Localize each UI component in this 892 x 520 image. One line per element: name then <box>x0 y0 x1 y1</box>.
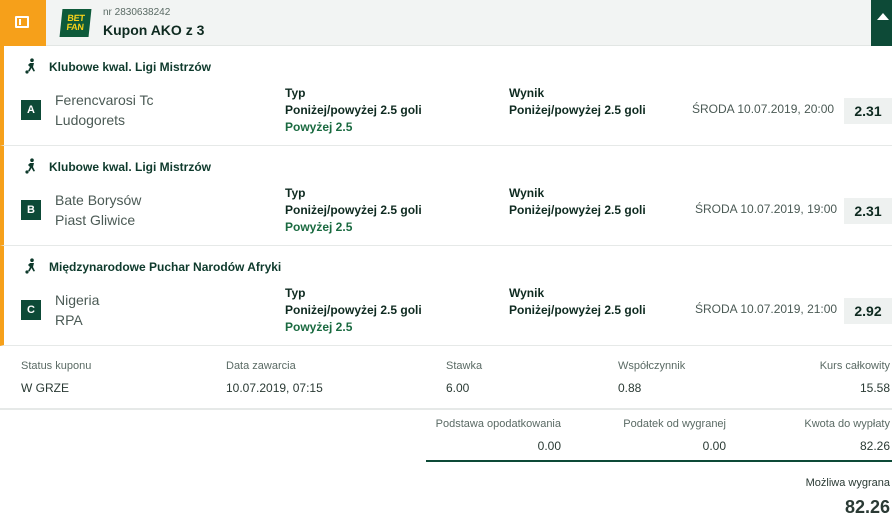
league-name: Międzynarodowe Puchar Narodów Afryki <box>49 260 282 274</box>
coupon-title: Kupon AKO z 3 <box>103 22 205 38</box>
collapse-button[interactable] <box>871 0 892 46</box>
calc-divider <box>426 460 892 462</box>
date-value: 10.07.2019, 07:15 <box>226 381 323 395</box>
league-name: Klubowe kwal. Ligi Mistrzów <box>49 160 212 174</box>
league-name: Klubowe kwal. Ligi Mistrzów <box>49 60 212 74</box>
section-divider <box>0 408 892 410</box>
odds-value: 2.31 <box>844 98 892 124</box>
wynik-market: Poniżej/powyżej 2.5 goli <box>509 103 646 117</box>
wynik-label: Wynik <box>509 86 545 100</box>
total-odds-value: 15.58 <box>859 381 890 395</box>
wynik-label: Wynik <box>509 286 545 300</box>
typ-label: Typ <box>285 86 306 100</box>
football-player-icon <box>25 158 35 174</box>
typ-label: Typ <box>285 186 306 200</box>
team-away: Piast Gliwice <box>55 212 136 228</box>
payout-label: Kwota do wypłaty <box>804 418 890 430</box>
logo-text-2: FAN <box>65 22 85 32</box>
typ-pick: Powyżej 2.5 <box>285 120 353 134</box>
possible-win-value: 82.26 <box>844 497 890 517</box>
tax-value: 0.00 <box>702 439 726 453</box>
odds-value: 2.92 <box>844 298 892 324</box>
coupon-header: BET FAN nr 2830638242 Kupon AKO z 3 <box>0 0 892 46</box>
typ-market: Poniżej/powyżej 2.5 goli <box>285 103 422 117</box>
back-icon <box>15 16 29 28</box>
coefficient-value: 0.88 <box>618 381 642 395</box>
odds-value: 2.31 <box>844 198 892 224</box>
possible-win-label: Możliwa wygrana <box>805 477 890 489</box>
chevron-up-icon <box>877 13 889 20</box>
event-date: ŚRODA 10.07.2019, 19:00 <box>695 202 838 216</box>
football-player-icon <box>25 258 35 274</box>
football-player-icon <box>25 58 35 74</box>
bet-row: Klubowe kwal. Ligi Mistrzów B Bate Borys… <box>0 146 892 246</box>
coefficient-label: Współczynnik <box>618 360 686 372</box>
payout-value: 82.26 <box>859 439 890 453</box>
betfan-logo: BET FAN <box>59 9 92 37</box>
stake-label: Stawka <box>446 360 483 372</box>
total-odds-label: Kurs całkowity <box>819 360 890 372</box>
typ-market: Poniżej/powyżej 2.5 goli <box>285 303 422 317</box>
typ-pick: Powyżej 2.5 <box>285 320 353 334</box>
wynik-label: Wynik <box>509 186 545 200</box>
date-label: Data zawarcia <box>226 360 296 372</box>
wynik-market: Poniżej/powyżej 2.5 goli <box>509 303 646 317</box>
coupon-number: nr 2830638242 <box>103 7 171 18</box>
status-value: W GRZE <box>21 381 69 395</box>
bet-letter: B <box>21 200 41 220</box>
stake-value: 6.00 <box>446 381 470 395</box>
coupon-summary: Status kuponu W GRZE Data zawarcia 10.07… <box>0 346 892 410</box>
team-home: Bate Borysów <box>55 192 142 208</box>
typ-pick: Powyżej 2.5 <box>285 220 353 234</box>
wynik-market: Poniżej/powyżej 2.5 goli <box>509 203 646 217</box>
team-away: Ludogorets <box>55 112 126 128</box>
tax-base-value: 0.00 <box>537 439 561 453</box>
team-away: RPA <box>55 312 83 328</box>
bet-row: Klubowe kwal. Ligi Mistrzów A Ferencvaro… <box>0 46 892 146</box>
bet-row: Międzynarodowe Puchar Narodów Afryki C N… <box>0 246 892 346</box>
bet-letter: A <box>21 100 41 120</box>
team-home: Ferencvarosi Tc <box>55 92 154 108</box>
typ-label: Typ <box>285 286 306 300</box>
bet-letter: C <box>21 300 41 320</box>
back-button[interactable] <box>0 0 46 46</box>
event-date: ŚRODA 10.07.2019, 20:00 <box>692 102 835 116</box>
typ-market: Poniżej/powyżej 2.5 goli <box>285 203 422 217</box>
event-date: ŚRODA 10.07.2019, 21:00 <box>695 302 838 316</box>
tax-base-label: Podstawa opodatkowania <box>435 418 561 430</box>
tax-label: Podatek od wygranej <box>623 418 726 430</box>
team-home: Nigeria <box>55 292 100 308</box>
status-label: Status kuponu <box>21 360 92 372</box>
